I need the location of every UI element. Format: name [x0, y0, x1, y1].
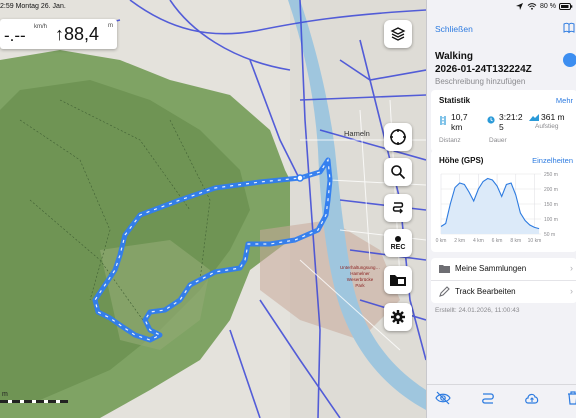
hide-eye-icon[interactable] [435, 391, 451, 405]
close-button[interactable]: Schließen [435, 24, 473, 34]
battery-text: 80 % [540, 3, 556, 10]
layers-button[interactable] [384, 20, 412, 48]
y-tick-label: 150 m [544, 202, 558, 208]
y-tick-label: 250 m [544, 172, 558, 178]
trash-icon[interactable] [567, 391, 576, 405]
chevron-right-icon: › [570, 286, 573, 296]
status-right: 80 % [516, 3, 573, 10]
distance-label: Distanz [439, 137, 461, 144]
pencil-icon [439, 286, 450, 297]
search-icon [391, 165, 406, 180]
compass-button[interactable] [384, 123, 412, 151]
scale-label: m [2, 391, 8, 398]
duration-value: 3:21:2 5 [499, 112, 523, 132]
x-tick-label: 6 km [492, 238, 503, 244]
map-folder-button[interactable] [384, 266, 412, 294]
y-tick-label: 50 m [544, 232, 555, 238]
elevation-card: Höhe (GPS) Einzelheiten 250 m 200 m 150 m 1… [431, 150, 576, 252]
rec-label: REC [390, 243, 406, 251]
ascent-icon [529, 114, 539, 121]
elevation-title: Höhe (GPS) [439, 156, 484, 165]
status-date: Montag 26. Jan. [15, 3, 66, 10]
route-button[interactable] [384, 194, 412, 222]
gear-icon [391, 310, 405, 324]
speed-value: -.-- [4, 26, 26, 45]
speed-altitude-panel: -.-- km/h ↑88,4 m [0, 19, 117, 49]
scale-bar [0, 400, 68, 403]
created-timestamp: Erstellt: 24.01.2026, 11:00:43 [435, 307, 520, 314]
altitude-value: ↑88,4 [55, 24, 100, 44]
elevation-chart[interactable]: 250 m 200 m 150 m 100 m 50 m 0 km 2 km 4 km 6 km… [431, 168, 576, 252]
cloud-upload-icon[interactable] [524, 391, 540, 405]
track-name: 2026-01-24T132224Z [435, 64, 532, 75]
speed-unit: km/h [34, 24, 48, 30]
distance-value: 10,7 km [451, 112, 468, 132]
route-edit-icon[interactable] [480, 391, 496, 405]
statistics-card: Statistik Mehr 10,7 km Distanz 3:21:2 5 … [431, 90, 576, 152]
map-folder-icon [390, 275, 406, 286]
edit-track-label: Track Bearbeiten [455, 287, 516, 296]
settings-button[interactable] [384, 303, 412, 331]
altitude-unit: m [108, 23, 113, 29]
x-tick-label: 0 km [436, 238, 447, 244]
battery-icon [559, 3, 573, 10]
x-tick-label: 2 km [454, 238, 465, 244]
ascent-label: Aufstieg [535, 123, 559, 130]
bottom-toolbar [427, 384, 576, 418]
map-view[interactable]: 2:59 Montag 26. Jan. -.-- km/h ↑88,4 m H… [0, 0, 426, 418]
duration-label: Dauer [489, 137, 507, 144]
layers-icon [390, 27, 406, 41]
location-arrow-icon [516, 3, 524, 10]
map-background [0, 0, 426, 418]
chevron-right-icon: › [570, 263, 573, 273]
status-time-date: 2:59 Montag 26. Jan. [0, 3, 66, 10]
x-tick-label: 10 km [528, 238, 542, 244]
wifi-icon [527, 3, 537, 10]
x-tick-label: 4 km [473, 238, 484, 244]
map-poi-label: Unterhaltungsung… Hamelner Weserbrücke Park [339, 265, 381, 288]
compass-icon [390, 129, 406, 145]
edit-track-row[interactable]: Track Bearbeiten › [431, 281, 576, 303]
statistics-title: Statistik [439, 96, 471, 105]
more-link[interactable]: Mehr [556, 96, 573, 105]
y-tick-label: 200 m [544, 187, 558, 193]
ascent-value: 361 m [541, 112, 565, 122]
details-link[interactable]: Einzelheiten [532, 156, 573, 165]
my-collections-label: Meine Sammlungen [455, 264, 527, 273]
track-title: Walking 2026-01-24T132224Z [435, 50, 532, 76]
book-icon[interactable] [563, 22, 575, 34]
folder-icon [439, 265, 450, 273]
status-time: 2:59 [0, 3, 14, 10]
record-button[interactable]: REC [384, 229, 412, 257]
clock-icon [487, 116, 495, 124]
route-icon [392, 202, 404, 214]
description-field[interactable]: Beschreibung hinzufügen [435, 77, 525, 86]
my-collections-row[interactable]: Meine Sammlungen › [431, 258, 576, 281]
rec-icon [395, 235, 401, 242]
x-tick-label: 8 km [510, 238, 521, 244]
y-tick-label: 100 m [544, 217, 558, 223]
map-city-label: Hameln [344, 129, 370, 138]
distance-icon [440, 116, 446, 125]
search-button[interactable] [384, 158, 412, 186]
track-color-dot[interactable] [563, 53, 576, 67]
track-detail-panel: 80 % Schließen Walking 2026-01-24T132224… [426, 0, 576, 418]
activity-type: Walking [435, 51, 473, 62]
